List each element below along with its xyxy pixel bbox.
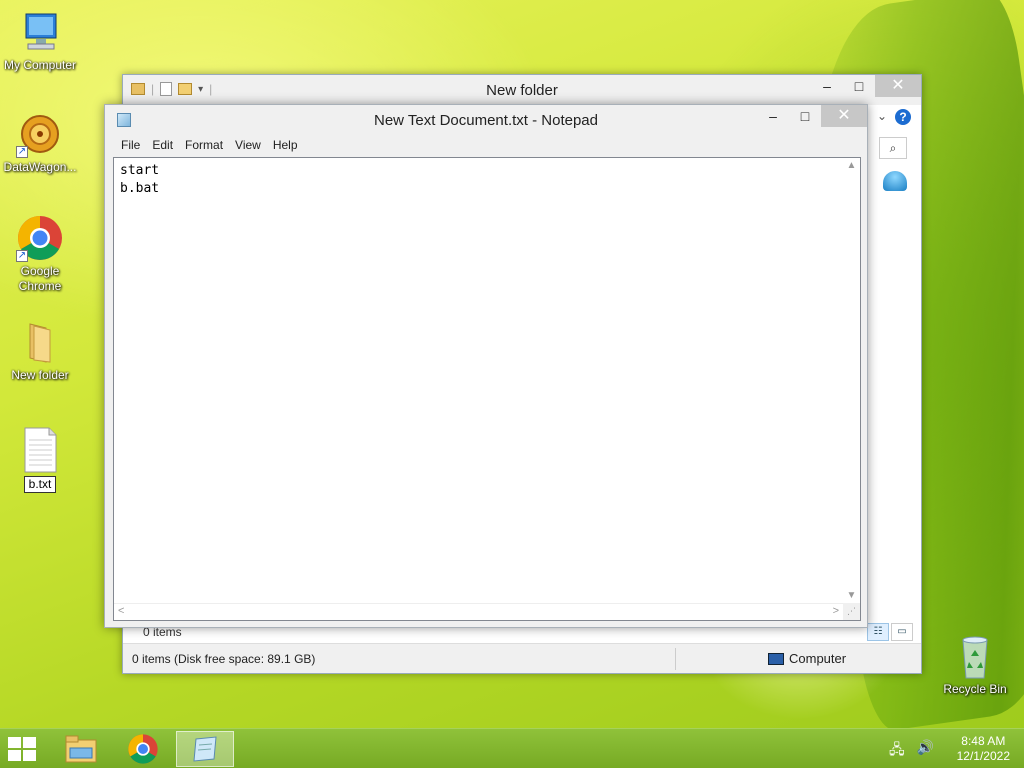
close-button[interactable]: ✕ bbox=[821, 105, 867, 127]
shortcut-arrow-icon: ↗ bbox=[16, 250, 28, 262]
clock[interactable]: 8:48 AM 12/1/2022 bbox=[957, 734, 1010, 764]
close-button[interactable]: ✕ bbox=[875, 75, 921, 97]
menu-file[interactable]: File bbox=[115, 136, 146, 156]
taskbar-notepad[interactable] bbox=[176, 731, 234, 767]
system-tray: 🖧 🔊 bbox=[889, 739, 934, 763]
windows-logo-icon bbox=[8, 737, 21, 748]
file-explorer-icon bbox=[65, 735, 97, 763]
rename-input[interactable]: b.txt bbox=[23, 476, 57, 493]
explorer-titlebar[interactable]: | ▾ | New folder – □ ✕ bbox=[123, 75, 921, 105]
clock-date: 12/1/2022 bbox=[956, 749, 1010, 763]
menu-view[interactable]: View bbox=[229, 136, 267, 156]
chrome-icon: ↗ bbox=[16, 214, 64, 262]
expand-ribbon-icon[interactable]: ⌄ bbox=[877, 109, 887, 123]
notepad-titlebar[interactable]: New Text Document.txt - Notepad – □ ✕ bbox=[105, 105, 867, 135]
chrome-icon bbox=[128, 734, 158, 764]
status-disk-space: 0 items (Disk free space: 89.1 GB) bbox=[132, 652, 316, 666]
my-computer-icon bbox=[16, 8, 64, 56]
shell-icon[interactable] bbox=[883, 171, 907, 191]
notepad-text-area[interactable]: start b.bat ▲ ▼ < > ⋰ bbox=[113, 157, 861, 621]
details-view-icon[interactable]: ☷ bbox=[867, 623, 889, 641]
horizontal-scrollbar[interactable]: < > bbox=[114, 603, 843, 620]
explorer-title: New folder bbox=[486, 82, 558, 99]
desktop-icon-label: DataWagon... bbox=[3, 160, 77, 174]
desktop-icon-label: Recycle Bin bbox=[943, 682, 1007, 696]
desktop-icon-new-folder[interactable]: New folder bbox=[0, 318, 80, 383]
datawagon-icon: ↗ bbox=[16, 110, 64, 158]
maximize-button[interactable]: □ bbox=[843, 75, 875, 97]
minimize-button[interactable]: – bbox=[811, 75, 843, 97]
desktop-icon-label: Google Chrome bbox=[18, 264, 62, 293]
desktop-icon-recycle-bin[interactable]: Recycle Bin bbox=[935, 632, 1015, 697]
desktop-icon-google-chrome[interactable]: ↗ Google Chrome bbox=[0, 214, 80, 294]
vertical-scrollbar[interactable]: ▲ ▼ bbox=[843, 158, 860, 603]
windows-logo-pane bbox=[23, 750, 36, 761]
computer-icon bbox=[768, 652, 784, 665]
taskbar: 🖧 🔊 8:48 AM 12/1/2022 bbox=[0, 728, 1024, 768]
scroll-left-icon[interactable]: < bbox=[118, 605, 124, 617]
notepad-content[interactable]: start b.bat bbox=[120, 162, 159, 198]
status-location-label: Computer bbox=[789, 651, 847, 666]
volume-icon[interactable]: 🔊 bbox=[917, 739, 934, 763]
text-file-icon bbox=[16, 426, 64, 474]
notepad-window[interactable]: New Text Document.txt - Notepad – □ ✕ Fi… bbox=[104, 104, 868, 628]
taskbar-file-explorer[interactable] bbox=[52, 731, 110, 767]
windows-logo-pane bbox=[23, 737, 36, 748]
desktop-icon-label: New folder bbox=[11, 368, 69, 382]
notepad-window-buttons: – □ ✕ bbox=[757, 105, 867, 127]
notepad-menubar: File Edit Format View Help bbox=[105, 136, 304, 156]
status-divider bbox=[675, 648, 676, 670]
windows-logo-pane bbox=[8, 750, 21, 761]
folder-icon bbox=[16, 318, 64, 366]
shortcut-arrow-icon: ↗ bbox=[16, 146, 28, 158]
explorer-window-buttons: – □ ✕ bbox=[811, 75, 921, 97]
desktop-icon-datawagon[interactable]: ↗ DataWagon... bbox=[0, 110, 80, 175]
help-button[interactable]: ? bbox=[895, 109, 911, 125]
status-location: Computer bbox=[768, 651, 846, 666]
network-icon[interactable]: 🖧 bbox=[889, 739, 905, 763]
explorer-statusbar: 0 items (Disk free space: 89.1 GB) Compu… bbox=[123, 643, 921, 673]
maximize-button[interactable]: □ bbox=[789, 105, 821, 127]
scroll-right-icon[interactable]: > bbox=[833, 605, 839, 617]
taskbar-chrome[interactable] bbox=[114, 731, 172, 767]
scroll-down-icon[interactable]: ▼ bbox=[843, 590, 860, 601]
menu-help[interactable]: Help bbox=[267, 136, 304, 156]
search-icon[interactable]: ⌕ bbox=[879, 137, 907, 159]
notepad-title: New Text Document.txt - Notepad bbox=[374, 112, 598, 129]
desktop-icon-my-computer[interactable]: My Computer bbox=[0, 8, 80, 73]
recycle-bin-icon bbox=[951, 632, 999, 680]
large-icons-view-icon[interactable]: ▭ bbox=[891, 623, 913, 641]
desktop-icon-label: My Computer bbox=[3, 58, 77, 72]
desktop-icon-b-txt[interactable]: b.txt bbox=[0, 426, 80, 493]
menu-format[interactable]: Format bbox=[179, 136, 229, 156]
menu-edit[interactable]: Edit bbox=[146, 136, 179, 156]
resize-grip-icon[interactable]: ⋰ bbox=[843, 603, 860, 620]
notepad-icon bbox=[193, 736, 217, 762]
scroll-up-icon[interactable]: ▲ bbox=[843, 160, 860, 171]
view-buttons: ☷ ▭ bbox=[867, 623, 913, 641]
clock-time: 8:48 AM bbox=[961, 734, 1006, 748]
start-button[interactable] bbox=[8, 737, 38, 761]
minimize-button[interactable]: – bbox=[757, 105, 789, 127]
